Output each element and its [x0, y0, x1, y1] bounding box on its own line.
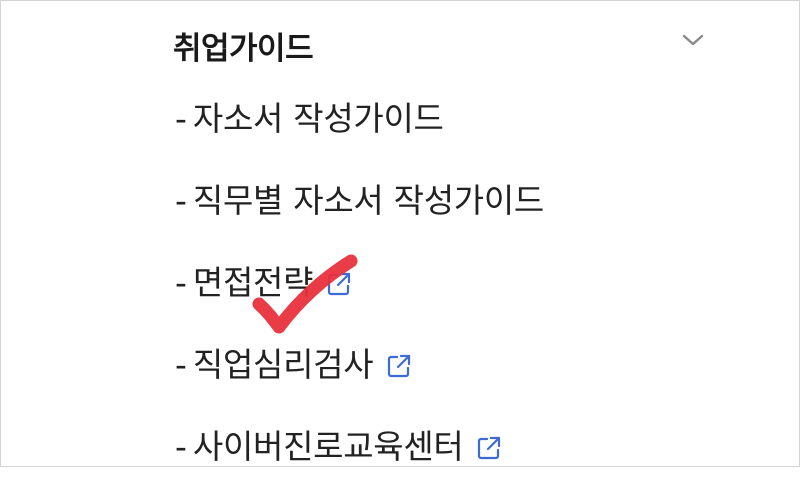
- menu-item-cyber-career-center[interactable]: - 사이버진로교육센터: [175, 421, 544, 503]
- menu-item-label: 직무별 자소서 작성가이드: [192, 181, 544, 220]
- chevron-down-icon[interactable]: [680, 27, 706, 53]
- menu-item-career-psych-test[interactable]: - 직업심리검사: [175, 339, 544, 421]
- external-link-icon[interactable]: [475, 434, 503, 462]
- item-dash: -: [175, 427, 187, 466]
- panel-frame: 취업가이드 - 자소서 작성가이드 - 직무별 자소서 작성가이드 - 면접전략: [0, 0, 800, 467]
- menu-item-label: 사이버진로교육센터: [192, 427, 464, 466]
- menu-item-interview-strategy[interactable]: - 면접전략: [175, 257, 544, 339]
- external-link-icon[interactable]: [325, 270, 353, 298]
- job-guide-menu: - 자소서 작성가이드 - 직무별 자소서 작성가이드 - 면접전략 - 직업심…: [175, 93, 544, 503]
- menu-item-job-cover-letter-guide[interactable]: - 직무별 자소서 작성가이드: [175, 175, 544, 257]
- menu-item-label: 자소서 작성가이드: [192, 99, 444, 138]
- external-link-icon[interactable]: [385, 352, 413, 380]
- item-dash: -: [175, 181, 187, 220]
- menu-item-cover-letter-guide[interactable]: - 자소서 작성가이드: [175, 93, 544, 175]
- section-title: 취업가이드: [173, 31, 314, 67]
- item-dash: -: [175, 345, 187, 384]
- item-dash: -: [175, 263, 187, 302]
- item-dash: -: [175, 99, 187, 138]
- menu-item-label: 직업심리검사: [192, 345, 374, 384]
- menu-item-label: 면접전략: [192, 263, 314, 302]
- section-header-job-guide[interactable]: 취업가이드: [173, 19, 733, 67]
